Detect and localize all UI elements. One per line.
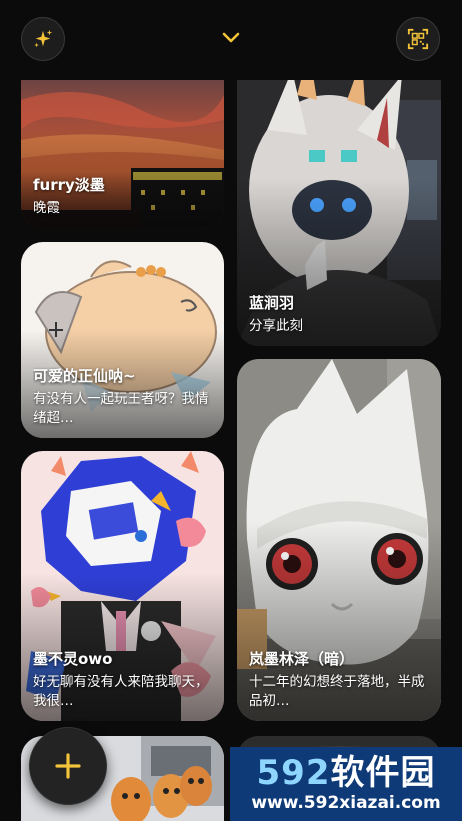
post-author: 岚墨林泽（暗） — [249, 650, 355, 668]
watermark-url: www.592xiazai.com — [251, 793, 441, 813]
post-caption: furry淡墨 晚霞 — [33, 175, 214, 218]
site-watermark: 592软件园 www.592xiazai.com — [230, 747, 462, 821]
post-text: 好无聊有没有人来陪我聊天，我很… — [33, 674, 209, 709]
watermark-logo-text: 软件园 — [330, 753, 436, 793]
post-card[interactable]: 蓝涧羽 分享此刻 — [237, 80, 441, 346]
post-text: 十二年的幻想终于落地，半成品初… — [249, 674, 425, 709]
post-author: furry淡墨 — [33, 176, 105, 194]
post-feed[interactable]: furry淡墨 晚霞 蓝涧羽 分享此刻 可爱的正仙呐~ 有没有人一起玩王者呀？我… — [0, 80, 462, 821]
sparkle-icon — [34, 29, 53, 48]
post-author: 墨不灵owo — [33, 650, 113, 668]
post-card[interactable]: furry淡墨 晚霞 — [21, 80, 224, 228]
sparkle-button[interactable] — [21, 17, 65, 61]
post-card[interactable]: 墨不灵owo 好无聊有没有人来陪我聊天，我很… — [21, 451, 224, 721]
chevron-down-icon — [222, 32, 240, 43]
post-caption: 岚墨林泽（暗） 十二年的幻想终于落地，半成品初… — [249, 649, 431, 711]
top-bar — [0, 0, 462, 80]
post-text: 有没有人一起玩王者呀？我情绪超… — [33, 391, 209, 426]
create-post-button[interactable] — [29, 727, 107, 805]
post-caption: 墨不灵owo 好无聊有没有人来陪我聊天，我很… — [33, 649, 214, 711]
watermark-logo: 592软件园 — [257, 754, 436, 792]
watermark-logo-number: 592 — [256, 753, 331, 793]
qr-scan-icon — [407, 28, 429, 50]
post-caption: 可爱的正仙呐~ 有没有人一起玩王者呀？我情绪超… — [33, 366, 214, 428]
plus-icon — [55, 753, 81, 779]
post-card[interactable]: 岚墨林泽（暗） 十二年的幻想终于落地，半成品初… — [237, 359, 441, 721]
post-author: 蓝涧羽 — [249, 294, 295, 312]
post-text: 分享此刻 — [249, 318, 303, 334]
post-author: 可爱的正仙呐~ — [33, 367, 136, 385]
post-card[interactable]: 可爱的正仙呐~ 有没有人一起玩王者呀？我情绪超… — [21, 242, 224, 438]
post-text: 晚霞 — [33, 200, 60, 216]
feed-switch-dropdown[interactable] — [219, 28, 243, 48]
scan-button[interactable] — [396, 17, 440, 61]
post-caption: 蓝涧羽 分享此刻 — [249, 293, 431, 336]
